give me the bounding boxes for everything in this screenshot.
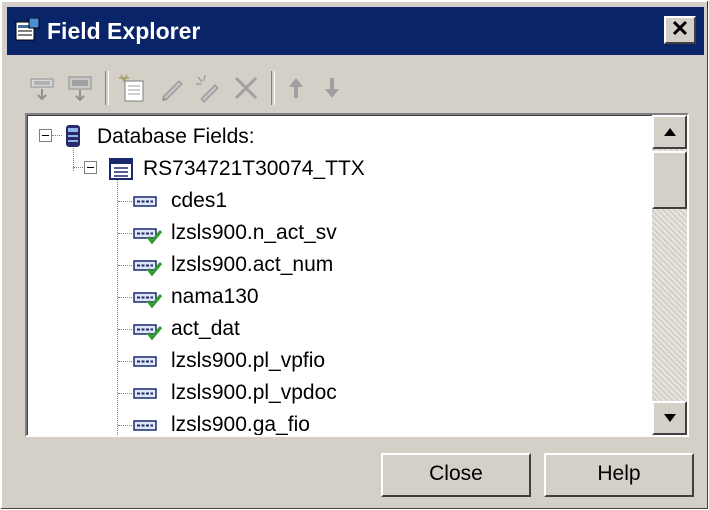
scroll-up-button[interactable] xyxy=(652,115,687,149)
field-label: nama130 xyxy=(171,285,259,308)
field-used-icon xyxy=(133,260,163,277)
root-label: Database Fields: xyxy=(97,125,255,148)
window-title: Field Explorer xyxy=(47,18,201,44)
field-row[interactable]: lzsls900.n_act_sv xyxy=(27,217,652,249)
field-used-icon xyxy=(133,292,163,309)
tree-connector xyxy=(118,329,132,331)
table-icon xyxy=(109,158,133,180)
tree-connector xyxy=(118,297,132,299)
tree-table-row[interactable]: RS734721T30074_TTX xyxy=(27,153,652,185)
vertical-scrollbar[interactable] xyxy=(652,115,687,435)
table-label: RS734721T30074_TTX xyxy=(143,157,365,180)
scroll-thumb[interactable] xyxy=(652,151,687,209)
field-explorer-window: Field Explorer ✕ Database Fields: RS7347… xyxy=(0,0,709,510)
field-row[interactable]: act_dat xyxy=(27,313,652,345)
field-row[interactable]: lzsls900.pl_vpdoc xyxy=(27,377,652,409)
field-label: lzsls900.ga_fio xyxy=(171,413,310,435)
close-button[interactable]: Close xyxy=(381,453,531,497)
field-icon xyxy=(133,420,157,431)
tree-root-row[interactable]: Database Fields: xyxy=(27,121,652,153)
field-icon xyxy=(133,356,157,367)
field-explorer-icon xyxy=(15,18,40,41)
field-label: lzsls900.act_num xyxy=(171,253,334,276)
field-row[interactable]: nama130 xyxy=(27,281,652,313)
tree-connector xyxy=(118,361,132,363)
tree-connector xyxy=(52,135,62,137)
field-used-icon xyxy=(133,228,163,245)
field-label: lzsls900.n_act_sv xyxy=(171,221,337,244)
field-used-icon xyxy=(133,324,163,341)
field-icon xyxy=(133,388,157,399)
field-tree[interactable]: Database Fields: RS734721T30074_TTX cdes… xyxy=(25,113,689,437)
tree-connector xyxy=(118,393,132,395)
collapse-root-toggle[interactable] xyxy=(39,129,52,142)
toolbar-separator xyxy=(105,71,109,105)
field-row[interactable]: lzsls900.ga_fio xyxy=(27,409,652,435)
toolbar-separator xyxy=(271,71,275,105)
tree-content: Database Fields: RS734721T30074_TTX cdes… xyxy=(27,115,652,435)
arrow-up-icon xyxy=(664,128,676,136)
rename-icon[interactable] xyxy=(193,73,223,103)
database-icon xyxy=(66,125,80,147)
arrow-down-icon xyxy=(664,414,676,422)
field-label: act_dat xyxy=(171,317,240,340)
move-up-icon[interactable] xyxy=(281,73,311,103)
browse-field-icon[interactable] xyxy=(65,73,95,103)
field-row[interactable]: cdes1 xyxy=(27,185,652,217)
tree-connector xyxy=(118,425,132,427)
close-window-button[interactable]: ✕ xyxy=(664,16,696,44)
move-down-icon[interactable] xyxy=(317,73,347,103)
scroll-down-button[interactable] xyxy=(652,401,687,435)
collapse-table-toggle[interactable] xyxy=(84,161,97,174)
field-label: cdes1 xyxy=(171,189,228,212)
help-button[interactable]: Help xyxy=(544,453,694,497)
toolbar xyxy=(21,67,421,111)
field-label: lzsls900.pl_vpdoc xyxy=(171,381,337,404)
title-bar[interactable]: Field Explorer ✕ xyxy=(7,7,704,55)
tree-connector xyxy=(118,233,132,235)
new-formula-icon[interactable] xyxy=(117,73,147,103)
insert-field-icon[interactable] xyxy=(27,73,57,103)
tree-connector xyxy=(73,167,83,169)
field-row[interactable]: lzsls900.act_num xyxy=(27,249,652,281)
tree-connector xyxy=(118,201,132,203)
field-row[interactable]: lzsls900.pl_vpfio xyxy=(27,345,652,377)
field-label: lzsls900.pl_vpfio xyxy=(171,349,326,372)
tree-connector xyxy=(118,265,132,267)
edit-icon[interactable] xyxy=(157,73,187,103)
delete-icon[interactable] xyxy=(231,73,261,103)
field-icon xyxy=(133,196,157,207)
